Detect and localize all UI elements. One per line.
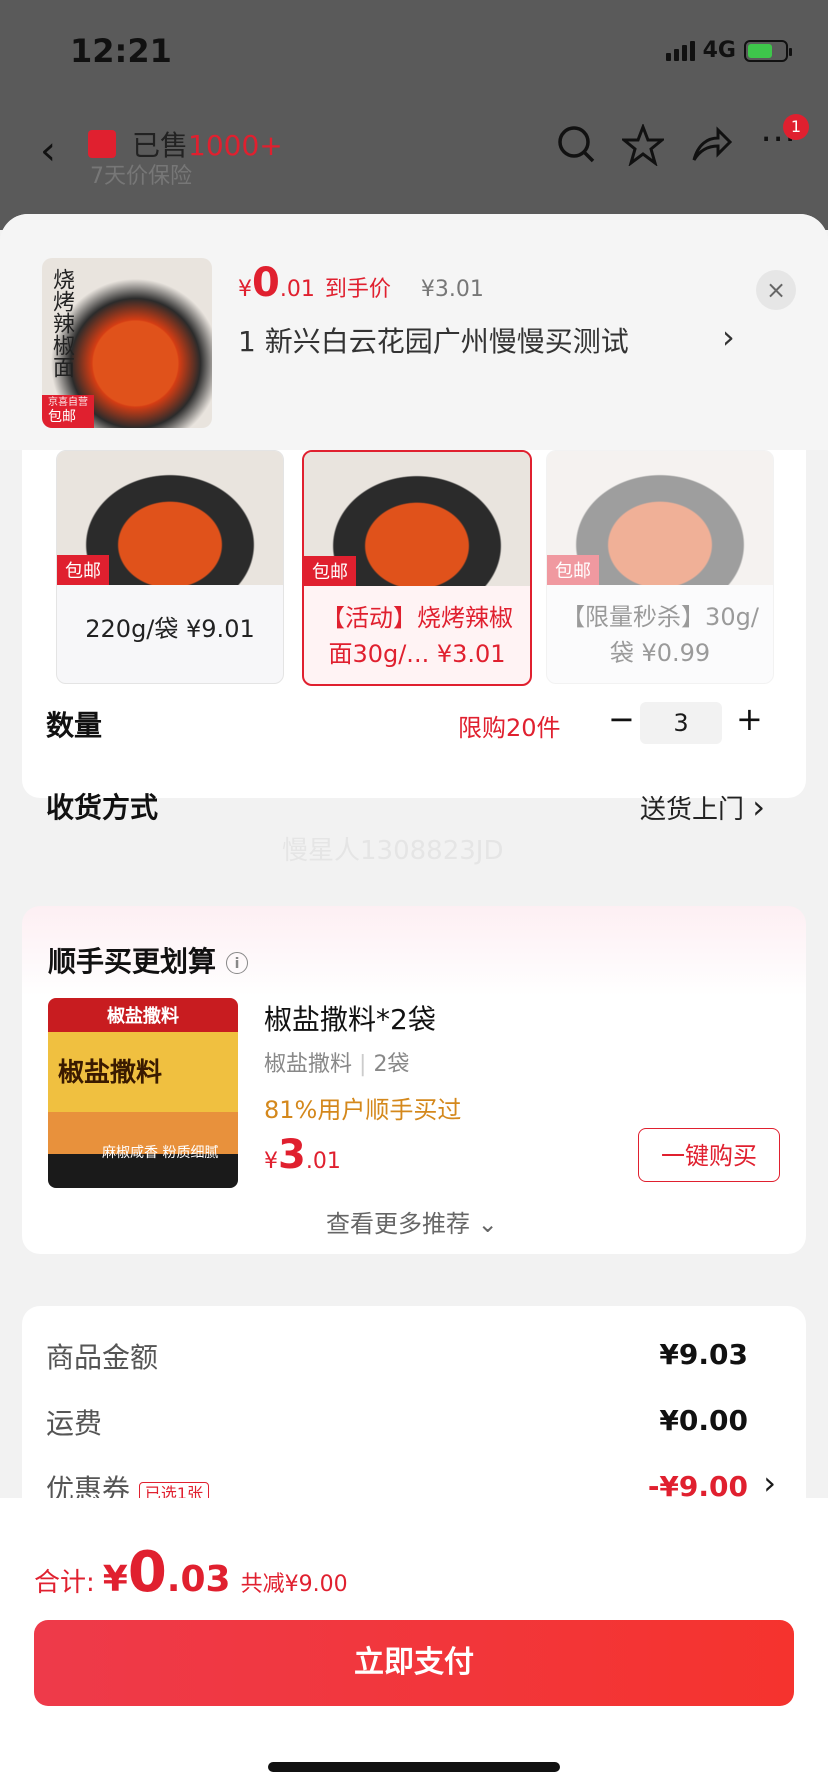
quantity-plus-button[interactable]: + — [736, 700, 763, 738]
coupon-chevron-icon[interactable]: › — [763, 1464, 776, 1502]
purchase-limit: 限购20件 — [458, 714, 561, 742]
quantity-minus-button[interactable]: − — [608, 700, 635, 738]
status-bar-right: 4G — [665, 38, 792, 63]
delivery-label: 收货方式 — [46, 791, 159, 824]
share-icon[interactable] — [690, 124, 733, 175]
signal-icon — [665, 40, 695, 61]
recommendation-price: ¥3.01 — [264, 1132, 341, 1178]
battery-icon — [744, 39, 792, 62]
product-thumbnail: 烧烤辣椒面 京喜自营 包邮 — [42, 258, 212, 428]
variant-image: 包邮 — [547, 451, 773, 585]
network-type: 4G — [702, 38, 736, 63]
variant-label: 【限量秒杀】30g/袋 ¥0.99 — [561, 603, 759, 667]
variant-image: 包邮 — [304, 452, 530, 586]
address-chevron-icon[interactable]: › — [722, 318, 735, 356]
status-time: 12:21 — [70, 32, 172, 70]
sheet-header: 烧烤辣椒面 京喜自营 包邮 ¥0.01 到手价 ¥3.01 1 新兴白云花园广州慢… — [0, 214, 828, 450]
variant-label: 220g/袋 ¥9.01 — [85, 615, 255, 643]
recommendation-card: 顺手买更划算 i 椒盐撒料 椒盐撒料 麻椒咸香 粉质细腻 椒盐撒料*2袋 椒盐撒料… — [22, 906, 806, 1254]
shop-icon — [88, 130, 116, 158]
recommendation-name[interactable]: 椒盐撒料*2袋 — [264, 998, 436, 1038]
info-icon[interactable]: i — [226, 952, 249, 974]
total-price: 合计: ¥ 0 .03 共减¥9.00 — [34, 1540, 348, 1605]
quantity-label: 数量 — [46, 709, 103, 742]
delivery-chevron-icon: › — [752, 788, 766, 826]
variant-image: 包邮 — [57, 451, 283, 585]
home-indicator — [268, 1762, 560, 1772]
original-price: ¥3.01 — [420, 277, 484, 302]
goods-amount-value: ¥9.03 — [659, 1338, 748, 1371]
watermark-text: 慢星人1308823JD — [282, 836, 504, 866]
variant-option-3[interactable]: 包邮 【限量秒杀】30g/袋 ¥0.99 — [546, 450, 774, 684]
variant-option-2[interactable]: 包邮 【活动】烧烤辣椒面30g/... ¥3.01 — [302, 450, 532, 686]
delivery-method[interactable]: 送货上门 › — [640, 788, 765, 826]
close-button[interactable]: × — [756, 270, 796, 310]
shipping-label: 运费 — [46, 1407, 103, 1440]
variant-option-1[interactable]: 包邮 220g/袋 ¥9.01 — [56, 450, 284, 684]
notification-badge: 1 — [783, 114, 809, 140]
search-icon[interactable] — [556, 124, 596, 173]
back-icon[interactable]: ‹ — [40, 128, 56, 174]
one-click-buy-button[interactable]: 一键购买 — [638, 1128, 780, 1182]
final-price: ¥0.01 到手价 ¥3.01 — [238, 260, 484, 306]
options-card: 包邮 220g/袋 ¥9.01 包邮 【活动】烧烤辣椒面30g/... ¥3.0… — [22, 450, 806, 866]
recommendation-image[interactable]: 椒盐撒料 椒盐撒料 麻椒咸香 粉质细腻 — [48, 998, 238, 1188]
recommendation-title: 顺手买更划算 i — [48, 940, 249, 980]
recommendation-spec: 椒盐撒料 | 2袋 — [264, 1052, 410, 1077]
goods-amount-label: 商品金额 — [46, 1341, 159, 1374]
free-shipping-badge: 京喜自营 包邮 — [42, 395, 94, 428]
pay-now-button[interactable]: 立即支付 — [34, 1620, 794, 1706]
recommendation-stat: 81%用户顺手买过 — [264, 1096, 462, 1124]
order-summary: 商品金额 ¥9.03 运费 ¥0.00 优惠券 已选1张 -¥9.00 › — [22, 1306, 806, 1526]
price-protect-text: 7天价保险 — [90, 164, 192, 189]
shipping-value: ¥0.00 — [659, 1404, 748, 1437]
quantity-input[interactable]: 3 — [640, 702, 722, 744]
delivery-address[interactable]: 1 新兴白云花园广州慢慢买测试 — [238, 320, 629, 360]
star-icon[interactable] — [619, 122, 667, 175]
more-recommendations-link[interactable]: 查看更多推荐 ⌄ — [326, 1204, 498, 1239]
variant-label: 【活动】烧烤辣椒面30g/... ¥3.01 — [321, 604, 513, 668]
total-savings: 共减¥9.00 — [240, 1572, 348, 1597]
